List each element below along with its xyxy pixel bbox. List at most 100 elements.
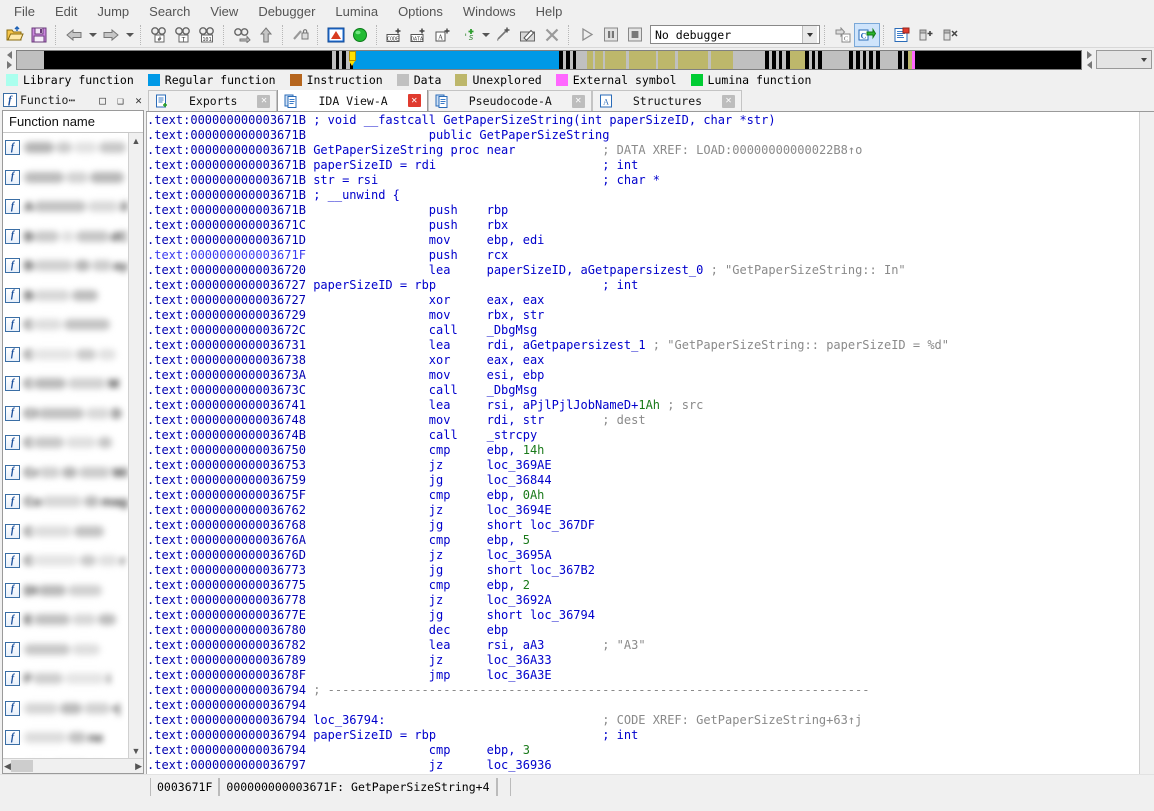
decompile-icon[interactable]: C	[854, 22, 880, 47]
disassembly-line[interactable]: .text:000000000003675F cmp ebp, 0Ah	[147, 488, 1139, 503]
make-data-icon[interactable]: DATA	[407, 24, 431, 46]
disassembly-line[interactable]: .text:000000000003678F jmp loc_36A3E	[147, 668, 1139, 683]
disassembly-line[interactable]: .text:0000000000036797 jz loc_36936	[147, 758, 1139, 773]
tab-pseudocode-a[interactable]: Pseudocode-A ✕	[427, 90, 592, 111]
disassembly-line[interactable]: .text:000000000003677E jg short loc_3679…	[147, 608, 1139, 623]
navband-scroll-left[interactable]	[2, 50, 16, 70]
disassembly-view[interactable]: .text:000000000003671B ; void __fastcall…	[146, 112, 1139, 774]
disassembly-line[interactable]: .text:0000000000036789 jz loc_36A33	[147, 653, 1139, 668]
debugger-run-icon[interactable]	[575, 24, 599, 46]
tab-structures[interactable]: A Structures ✕	[591, 90, 743, 111]
functions-column-header[interactable]: Function name	[3, 111, 143, 133]
function-list-item[interactable]: f	[3, 133, 128, 163]
disassembly-line[interactable]: .text:0000000000036762 jz loc_3694E	[147, 503, 1139, 518]
disassembly-line[interactable]: .text:0000000000036794 paperSizeID = rbp…	[147, 728, 1139, 743]
disassembly-line[interactable]: .text:000000000003671B str = rsi ; char …	[147, 173, 1139, 188]
disassembly-line[interactable]: .text:0000000000036759 jg loc_36844	[147, 473, 1139, 488]
make-ascii-icon[interactable]: A	[431, 24, 455, 46]
menu-item-options[interactable]: Options	[388, 2, 453, 21]
function-list-item[interactable]: fC	[3, 428, 128, 458]
function-list-item[interactable]: fB	[3, 281, 128, 311]
menu-item-help[interactable]: Help	[526, 2, 573, 21]
disassembly-line[interactable]: .text:000000000003676D jz loc_3695A	[147, 548, 1139, 563]
menu-item-lumina[interactable]: Lumina	[325, 2, 388, 21]
search-text-icon[interactable]: T	[171, 24, 195, 46]
debugger-select[interactable]: No debugger	[650, 25, 820, 44]
menu-item-debugger[interactable]: Debugger	[248, 2, 325, 21]
disassembly-line[interactable]: .text:000000000003674B call _strcpy	[147, 428, 1139, 443]
disassembly-line[interactable]: .text:0000000000036794 ; ---------------…	[147, 683, 1139, 698]
disassembly-line[interactable]: .text:0000000000036750 cmp ebp, 14h	[147, 443, 1139, 458]
disassembly-line[interactable]: .text:0000000000036720 lea paperSizeID, …	[147, 263, 1139, 278]
function-list-item[interactable]: fC	[3, 340, 128, 370]
search-next-icon[interactable]	[230, 24, 254, 46]
restore-window-button[interactable]: ❑	[113, 93, 128, 108]
disassembly-line[interactable]: .text:000000000003673A mov esi, ebp	[147, 368, 1139, 383]
functions-horizontal-scrollbar[interactable]: ◀ ▶	[3, 758, 143, 773]
disassembly-line[interactable]: .text:000000000003672C call _DbgMsg	[147, 323, 1139, 338]
disassembly-line[interactable]: .text:0000000000036731 lea rdi, aGetpape…	[147, 338, 1139, 353]
function-list-item[interactable]: f	[3, 163, 128, 193]
navband-scroll-right[interactable]	[1082, 50, 1096, 70]
function-list-item[interactable]: fCM	[3, 369, 128, 399]
scroll-left-icon[interactable]: ◀	[4, 759, 11, 774]
function-list-item[interactable]: f ne	[3, 723, 128, 753]
navband-zoom-combo[interactable]	[1096, 50, 1152, 69]
chevron-down-icon[interactable]	[802, 26, 817, 43]
debugger-stop-icon[interactable]	[623, 24, 647, 46]
graph-view-icon[interactable]	[324, 24, 348, 46]
nav-back-dropdown-icon[interactable]	[86, 24, 99, 46]
undefine-x-icon[interactable]	[540, 24, 564, 46]
function-list-item[interactable]: fC	[3, 310, 128, 340]
add-breakpoint-icon[interactable]	[914, 24, 938, 46]
disassembly-line[interactable]: .text:0000000000036768 jg short loc_367D…	[147, 518, 1139, 533]
nav-back-icon[interactable]	[62, 24, 86, 46]
close-icon[interactable]: ✕	[407, 94, 421, 107]
debugger-pause-icon[interactable]	[599, 24, 623, 46]
disassembly-line[interactable]: .text:0000000000036773 jg short loc_367B…	[147, 563, 1139, 578]
menu-item-windows[interactable]: Windows	[453, 2, 526, 21]
disassembly-line[interactable]: .text:0000000000036782 lea rsi, aA3 ; "A…	[147, 638, 1139, 653]
search-immediate-icon[interactable]: 101	[195, 24, 219, 46]
make-code-icon[interactable]: CODE	[383, 24, 407, 46]
undefine-icon[interactable]	[289, 24, 313, 46]
disassembly-line[interactable]: .text:000000000003671B ; void __fastcall…	[147, 113, 1139, 128]
functions-vertical-scrollbar[interactable]: ▲ ▼	[128, 133, 143, 758]
function-list-item[interactable]: f	[3, 753, 128, 759]
function-list-item[interactable]: f Co mag	[3, 487, 128, 517]
make-struct-dropdown-icon[interactable]	[479, 24, 492, 46]
disassembly-line[interactable]: .text:0000000000036778 jz loc_3692A	[147, 593, 1139, 608]
disassembly-line[interactable]: .text:0000000000036738 xor eax, eax	[147, 353, 1139, 368]
disassembly-line[interactable]: .text:0000000000036794 loc_36794: ; CODE…	[147, 713, 1139, 728]
disassembly-line[interactable]: .text:0000000000036780 dec ebp	[147, 623, 1139, 638]
disassembly-line[interactable]: .text:0000000000036794	[147, 698, 1139, 713]
function-list-item[interactable]: f Cl D	[3, 399, 128, 429]
search-hex-icon[interactable]: #	[147, 24, 171, 46]
function-list-item[interactable]: fE	[3, 605, 128, 635]
scroll-down-icon[interactable]: ▼	[129, 743, 143, 758]
function-list-item[interactable]: f Bay	[3, 251, 128, 281]
disassembly-line[interactable]: .text:0000000000036729 mov rbx, str	[147, 308, 1139, 323]
tab-exports[interactable]: Exports ✕	[148, 90, 278, 111]
disassembly-line[interactable]: .text:0000000000036727 paperSizeID = rbp…	[147, 278, 1139, 293]
function-list-item[interactable]: f •|	[3, 694, 128, 724]
disassembly-line[interactable]: .text:000000000003673C call _DbgMsg	[147, 383, 1139, 398]
maximize-window-button[interactable]: □	[95, 93, 110, 108]
menu-item-edit[interactable]: Edit	[45, 2, 87, 21]
function-list-item[interactable]: fC	[3, 517, 128, 547]
functions-list[interactable]: f f f Ail f BdC f Bay f Bf Cf Cf C Mf Cl Df Cf Cr Wi f Co mag…	[3, 133, 128, 758]
open-file-icon[interactable]	[3, 24, 27, 46]
function-list-item[interactable]: f Dl	[3, 576, 128, 606]
delete-breakpoint-icon[interactable]	[938, 24, 962, 46]
disassembly-line[interactable]: .text:0000000000036741 lea rsi, aPjlPjlJ…	[147, 398, 1139, 413]
make-array-icon[interactable]	[492, 24, 516, 46]
disassembly-line[interactable]: .text:0000000000036748 mov rdi, str ; de…	[147, 413, 1139, 428]
disassembly-line[interactable]: .text:000000000003671B GetPaperSizeStrin…	[147, 143, 1139, 158]
menu-item-file[interactable]: File	[4, 2, 45, 21]
disassembly-line[interactable]: .text:000000000003676A cmp ebp, 5	[147, 533, 1139, 548]
tab-ida-view-a[interactable]: IDA View-A ✕	[277, 90, 428, 111]
disassembly-line[interactable]: .text:0000000000036794 cmp ebp, 3	[147, 743, 1139, 758]
close-icon[interactable]: ✕	[722, 94, 736, 108]
disassembly-line[interactable]: .text:0000000000036775 cmp ebp, 2	[147, 578, 1139, 593]
function-list-item[interactable]: fFi	[3, 664, 128, 694]
